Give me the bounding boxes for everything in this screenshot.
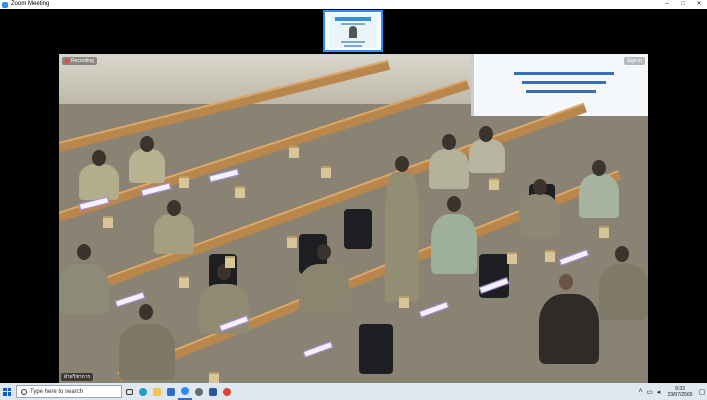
record-dot-icon	[65, 59, 69, 63]
attendee	[539, 294, 599, 364]
edge-icon[interactable]	[136, 383, 150, 400]
attendee	[79, 164, 119, 200]
gift-bag	[399, 296, 409, 308]
gift-bag	[489, 178, 499, 190]
maximize-button[interactable]: □	[675, 0, 691, 9]
attendee-head	[317, 244, 331, 260]
network-icon[interactable]: ▭	[645, 388, 654, 396]
gift-bag	[209, 372, 219, 383]
gift-bag	[103, 216, 113, 228]
attendee	[154, 214, 194, 254]
attendee-head	[395, 156, 409, 172]
window-controls: – □ ✕	[659, 0, 707, 9]
attendee-head	[442, 134, 456, 150]
gift-bag	[289, 146, 299, 158]
attendee-head	[479, 126, 493, 142]
zoom-taskbar-icon[interactable]	[178, 383, 192, 400]
clock-date: 23/07/2565	[667, 391, 693, 398]
recording-label: Recording	[71, 58, 94, 64]
main-video[interactable]: Recording Sign in ฝ่ายวิชาการ	[59, 54, 648, 383]
standing-attendee	[385, 172, 419, 302]
windows-logo-icon	[3, 387, 11, 396]
attendee	[599, 264, 648, 320]
chevron-up-icon[interactable]: ˄	[636, 388, 645, 395]
attendee	[299, 264, 349, 314]
meeting-stage: Recording Sign in ฝ่ายวิชาการ	[0, 9, 707, 383]
attendee-head	[592, 160, 606, 176]
search-icon	[21, 388, 27, 395]
taskbar-clock[interactable]: 9:33 23/07/2565	[663, 386, 697, 398]
search-placeholder: Type here to search	[30, 388, 84, 395]
window-title: Zoom Meeting	[11, 1, 50, 7]
attendee-head	[533, 179, 547, 195]
signin-badge[interactable]: Sign in	[623, 57, 645, 65]
file-explorer-icon[interactable]	[150, 383, 164, 400]
attendee-head	[167, 200, 181, 216]
mail-icon[interactable]	[164, 383, 178, 400]
attendee	[59, 264, 109, 314]
gift-bag	[599, 226, 609, 238]
gift-bag	[287, 236, 297, 248]
attendee-head	[140, 136, 154, 152]
participant-thumbnail[interactable]	[323, 10, 383, 52]
attendee	[429, 149, 469, 189]
gift-bag	[507, 252, 517, 264]
gift-bag	[235, 186, 245, 198]
attendee	[119, 324, 175, 380]
gift-bag	[545, 250, 555, 262]
windows-taskbar: Type here to search ˄ ▭ ◂ 9:33 23/07/256…	[0, 383, 707, 400]
attendee	[129, 149, 165, 183]
start-button[interactable]	[0, 383, 14, 400]
attendee-head	[447, 196, 461, 212]
chair	[344, 209, 372, 249]
taskbar-search-box[interactable]: Type here to search	[16, 385, 122, 398]
attendee-head	[615, 246, 629, 262]
window-titlebar: Zoom Meeting – □ ✕	[0, 0, 707, 9]
close-button[interactable]: ✕	[691, 0, 707, 9]
projector-screen	[471, 54, 648, 116]
system-tray: ˄ ▭ ◂ 9:33 23/07/2565 ▢	[636, 383, 707, 400]
notification-icon[interactable]: ▢	[697, 388, 707, 396]
attendee	[579, 174, 619, 218]
attendee-head	[139, 304, 153, 320]
attendee-head	[77, 244, 91, 260]
chrome-icon[interactable]	[220, 383, 234, 400]
attendee-head	[92, 150, 106, 166]
minimize-button[interactable]: –	[659, 0, 675, 9]
attendee-head	[559, 274, 573, 290]
attendee	[469, 139, 505, 173]
recording-indicator: Recording	[62, 57, 97, 65]
word-icon[interactable]	[206, 383, 220, 400]
settings-icon[interactable]	[192, 383, 206, 400]
attendee	[519, 194, 559, 238]
attendee	[431, 214, 477, 274]
thumbnail-person-icon	[349, 26, 357, 38]
gift-bag	[225, 256, 235, 268]
chair	[359, 324, 393, 374]
gift-bag	[321, 166, 331, 178]
gift-bag	[179, 276, 189, 288]
task-view-icon[interactable]	[122, 383, 136, 400]
gift-bag	[179, 176, 189, 188]
zoom-app-icon	[2, 1, 8, 8]
speaker-name-label: ฝ่ายวิชาการ	[61, 373, 94, 381]
volume-icon[interactable]: ◂	[654, 388, 663, 396]
